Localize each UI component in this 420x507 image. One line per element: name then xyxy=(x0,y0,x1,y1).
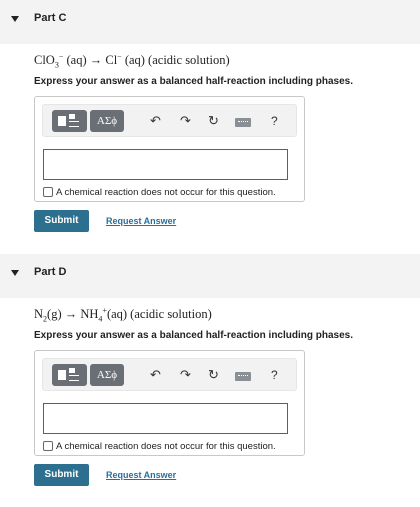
part-title: Part C xyxy=(34,12,67,24)
part-c-header[interactable]: Part C xyxy=(0,0,420,44)
templates-button[interactable] xyxy=(52,110,87,132)
no-reaction-option[interactable]: A chemical reaction does not occur for t… xyxy=(43,185,276,199)
equation-text: (g) → NH xyxy=(47,307,99,322)
part-d: Part D xyxy=(0,254,420,298)
equation-text: ClO xyxy=(34,53,55,68)
redo-icon[interactable]: ↷ xyxy=(180,367,191,383)
math-toolbar: ΑΣϕ ↶ ↷ ↻ ? xyxy=(42,104,297,137)
submit-button[interactable]: Submit xyxy=(34,210,89,232)
part-c: Part C xyxy=(0,0,420,44)
equation-subscript: 3 xyxy=(54,60,59,70)
reset-icon[interactable]: ↻ xyxy=(208,367,219,383)
request-answer-link[interactable]: Request Answer xyxy=(106,470,176,480)
redo-icon[interactable]: ↷ xyxy=(180,113,191,129)
equation-text: N xyxy=(34,307,44,322)
help-icon[interactable]: ? xyxy=(271,114,278,128)
undo-icon[interactable]: ↶ xyxy=(150,367,161,383)
answer-box: ΑΣϕ ↶ ↷ ↻ ? A chemical reaction does not… xyxy=(34,96,305,202)
equation-text: (aq) (acidic solution) xyxy=(106,307,212,322)
equation-subscript: 4 xyxy=(98,314,103,324)
equation-text: (aq) → Cl xyxy=(63,53,118,68)
math-toolbar: ΑΣϕ ↶ ↷ ↻ ? xyxy=(42,358,297,391)
templates-icon-part xyxy=(69,368,75,373)
answer-box: ΑΣϕ ↶ ↷ ↻ ? A chemical reaction does not… xyxy=(34,350,305,456)
no-reaction-label[interactable]: A chemical reaction does not occur for t… xyxy=(56,441,276,452)
part-title: Part D xyxy=(34,266,67,278)
no-reaction-label[interactable]: A chemical reaction does not occur for t… xyxy=(56,187,276,198)
part-d-header[interactable]: Part D xyxy=(0,254,420,298)
instruction: Express your answer as a balanced half-r… xyxy=(34,330,353,341)
instruction: Express your answer as a balanced half-r… xyxy=(34,76,353,87)
help-icon[interactable]: ? xyxy=(271,368,278,382)
submit-button[interactable]: Submit xyxy=(34,464,89,486)
keyboard-icon[interactable] xyxy=(235,372,251,381)
answer-input[interactable] xyxy=(43,403,288,434)
no-reaction-checkbox[interactable] xyxy=(43,187,53,197)
greek-symbols-button[interactable]: ΑΣϕ xyxy=(90,364,124,386)
templates-icon-part xyxy=(69,121,79,127)
answer-input[interactable] xyxy=(43,149,288,180)
equation: ClO3− (aq) → Cl− (aq) (acidic solution) xyxy=(34,52,230,70)
templates-icon xyxy=(58,116,66,126)
templates-icon-part xyxy=(69,375,79,381)
templates-button[interactable] xyxy=(52,364,87,386)
equation-text: (aq) (acidic solution) xyxy=(121,53,230,68)
no-reaction-checkbox[interactable] xyxy=(43,441,53,451)
keyboard-icon[interactable] xyxy=(235,118,251,127)
no-reaction-option[interactable]: A chemical reaction does not occur for t… xyxy=(43,439,276,453)
caret-down-icon[interactable] xyxy=(11,16,19,22)
templates-icon-part xyxy=(69,114,75,119)
undo-icon[interactable]: ↶ xyxy=(150,113,161,129)
reset-icon[interactable]: ↻ xyxy=(208,113,219,129)
greek-symbols-button[interactable]: ΑΣϕ xyxy=(90,110,124,132)
equation: N2(g) → NH4+(aq) (acidic solution) xyxy=(34,306,212,324)
templates-icon xyxy=(58,370,66,380)
request-answer-link[interactable]: Request Answer xyxy=(106,216,176,226)
caret-down-icon[interactable] xyxy=(11,270,19,276)
